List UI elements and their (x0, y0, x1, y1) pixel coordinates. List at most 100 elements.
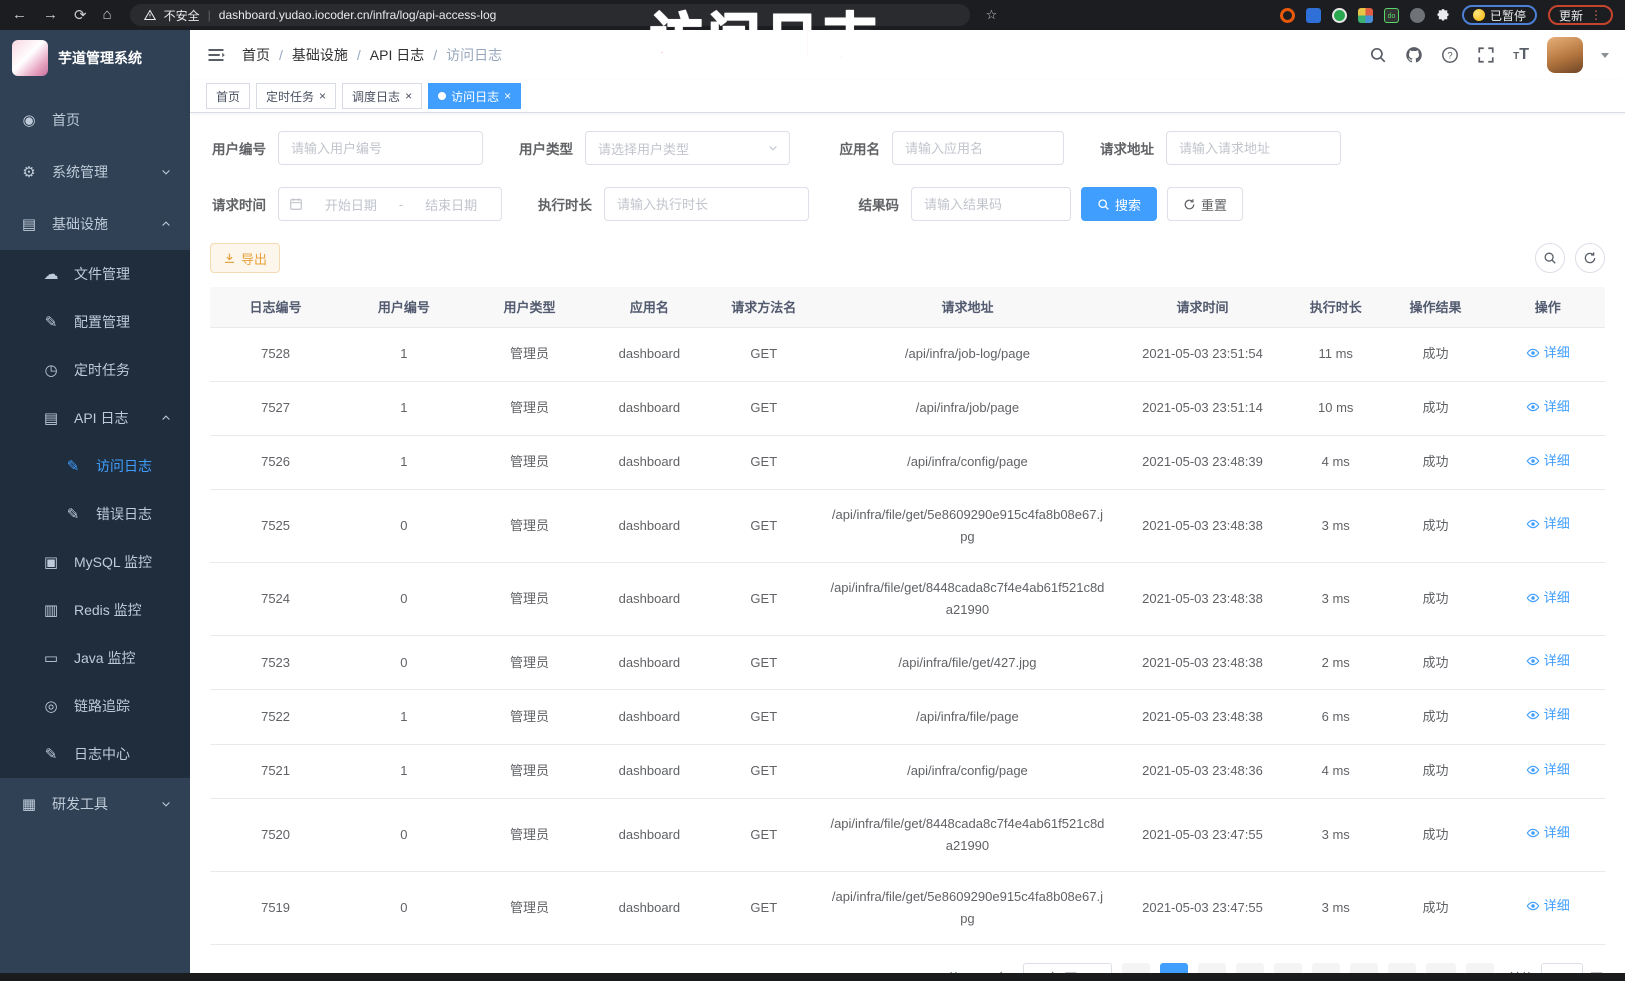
page-button-2[interactable]: 2 (1198, 963, 1226, 973)
reload-icon[interactable]: ⟳ (74, 6, 87, 24)
cell-duration: 11 ms (1291, 327, 1380, 381)
tag-访问日志[interactable]: 访问日志× (428, 83, 521, 109)
sidebar-item-infra[interactable]: ▤基础设施 (0, 198, 190, 250)
fullscreen-icon[interactable] (1477, 46, 1495, 64)
prev-page-button[interactable] (1122, 963, 1150, 973)
sidebar-item-config-mgmt[interactable]: ✎配置管理 (0, 298, 190, 346)
detail-link[interactable]: 详细 (1526, 895, 1570, 917)
update-button[interactable]: 更新 ⋮ (1548, 5, 1613, 25)
avatar[interactable] (1547, 37, 1583, 73)
font-size-icon[interactable]: TT (1513, 46, 1529, 64)
result-code-input[interactable] (911, 187, 1071, 221)
search-button[interactable]: 搜索 (1081, 187, 1157, 221)
forward-icon[interactable]: → (43, 6, 58, 24)
table-row: 75211管理员dashboardGET/api/infra/config/pa… (210, 744, 1605, 798)
bookmark-star-icon[interactable]: ☆ (986, 7, 998, 23)
user-id-input[interactable] (278, 131, 483, 165)
goto-page-input[interactable] (1541, 963, 1583, 973)
close-icon[interactable]: × (319, 90, 326, 102)
sidebar-item-api-log[interactable]: ▤API 日志 (0, 394, 190, 442)
chevron-down-icon (160, 798, 172, 810)
close-icon[interactable]: × (504, 90, 511, 102)
sidebar-item-home[interactable]: ◉首页 (0, 94, 190, 146)
detail-link[interactable]: 详细 (1526, 513, 1570, 535)
app-name-input[interactable] (892, 131, 1064, 165)
user-type-select[interactable]: 请选择用户类型 (585, 131, 790, 165)
page-size-select[interactable]: 10条/页 (1023, 963, 1112, 973)
page-button-3[interactable]: 3 (1236, 963, 1264, 973)
sidebar-item-redis-monitor[interactable]: ▥Redis 监控 (0, 586, 190, 634)
cloud-upload-icon: ☁ (40, 265, 62, 283)
sidebar-item-mysql-monitor[interactable]: ▣MySQL 监控 (0, 538, 190, 586)
breadcrumb-separator: / (357, 47, 361, 63)
sidebar-item-log-center[interactable]: ✎日志中心 (0, 730, 190, 778)
breadcrumb-item[interactable]: 首页 (242, 45, 270, 65)
toggle-search-button[interactable] (1535, 243, 1565, 273)
tag-首页[interactable]: 首页 (206, 83, 250, 109)
breadcrumb: 首页/基础设施/API 日志/访问日志 (242, 45, 502, 65)
next-page-button[interactable] (1466, 963, 1494, 973)
detail-link[interactable]: 详细 (1526, 759, 1570, 781)
sidebar-item-scheduled-jobs[interactable]: ◷定时任务 (0, 346, 190, 394)
request-url-input[interactable] (1166, 131, 1341, 165)
extension-icon-2[interactable] (1306, 8, 1321, 23)
date-range-picker[interactable]: 开始日期 - 结束日期 (278, 187, 502, 221)
cell-duration: 3 ms (1291, 563, 1380, 636)
sidebar-item-java-monitor[interactable]: ▭Java 监控 (0, 634, 190, 682)
extension-icon-5[interactable]: do (1384, 8, 1399, 23)
extension-icon-3[interactable] (1332, 8, 1347, 23)
detail-link[interactable]: 详细 (1526, 342, 1570, 364)
hamburger-icon[interactable] (206, 45, 226, 65)
close-icon[interactable]: × (405, 90, 412, 102)
sidebar-item-file-mgmt[interactable]: ☁文件管理 (0, 250, 190, 298)
chevron-down-icon (1091, 972, 1102, 973)
more-pages-button[interactable]: ••• (1388, 963, 1416, 973)
tag-定时任务[interactable]: 定时任务× (256, 83, 336, 109)
detail-link[interactable]: 详细 (1526, 396, 1570, 418)
detail-link[interactable]: 详细 (1526, 650, 1570, 672)
help-icon[interactable]: ? (1441, 46, 1459, 64)
cell-id: 7522 (210, 690, 341, 744)
address-bar[interactable]: 不安全 | dashboard.yudao.iocoder.cn/infra/l… (130, 4, 970, 26)
column-header: 应用名 (592, 287, 706, 327)
github-icon[interactable] (1405, 46, 1423, 64)
extension-icon-1[interactable] (1280, 8, 1295, 23)
paused-badge[interactable]: 已暂停 (1462, 5, 1537, 25)
sidebar-item-dev-tools[interactable]: ▦研发工具 (0, 778, 190, 830)
sidebar-item-trace[interactable]: ◎链路追踪 (0, 682, 190, 730)
sidebar-item-error-log[interactable]: ✎错误日志 (0, 490, 190, 538)
sidebar-item-access-log[interactable]: ✎访问日志 (0, 442, 190, 490)
reset-button[interactable]: 重置 (1167, 187, 1243, 221)
breadcrumb-item[interactable]: 基础设施 (292, 45, 348, 65)
cell-user_type: 管理员 (467, 563, 593, 636)
page-button-6[interactable]: 6 (1350, 963, 1378, 973)
detail-link[interactable]: 详细 (1526, 450, 1570, 472)
tag-调度日志[interactable]: 调度日志× (342, 83, 422, 109)
sidebar-item-system-mgmt[interactable]: ⚙系统管理 (0, 146, 190, 198)
logo-row[interactable]: 芋道管理系统 (0, 30, 190, 86)
detail-link[interactable]: 详细 (1526, 587, 1570, 609)
detail-link[interactable]: 详细 (1526, 704, 1570, 726)
page-button-5[interactable]: 5 (1312, 963, 1340, 973)
back-icon[interactable]: ← (12, 6, 27, 24)
extension-icon-6[interactable] (1410, 8, 1425, 23)
duration-input[interactable] (604, 187, 809, 221)
page-button-1[interactable]: 1 (1160, 963, 1188, 973)
page-button-753[interactable]: 753 (1426, 963, 1456, 973)
detail-link[interactable]: 详细 (1526, 822, 1570, 844)
edit-icon: ✎ (62, 505, 84, 523)
puzzle-icon[interactable] (1436, 8, 1451, 23)
gear-icon: ⚙ (18, 163, 40, 181)
cell-url: /api/infra/job/page (821, 381, 1114, 435)
breadcrumb-item[interactable]: API 日志 (370, 45, 424, 65)
cell-app: dashboard (592, 636, 706, 690)
home-icon[interactable]: ⌂ (103, 6, 112, 24)
search-icon[interactable] (1369, 46, 1387, 64)
cell-app: dashboard (592, 744, 706, 798)
cell-user_type: 管理员 (467, 435, 593, 489)
extension-icon-4[interactable] (1358, 8, 1373, 23)
refresh-table-button[interactable] (1575, 243, 1605, 273)
page-button-4[interactable]: 4 (1274, 963, 1302, 973)
chevron-down-icon[interactable] (1601, 53, 1609, 58)
export-button[interactable]: 导出 (210, 243, 280, 273)
